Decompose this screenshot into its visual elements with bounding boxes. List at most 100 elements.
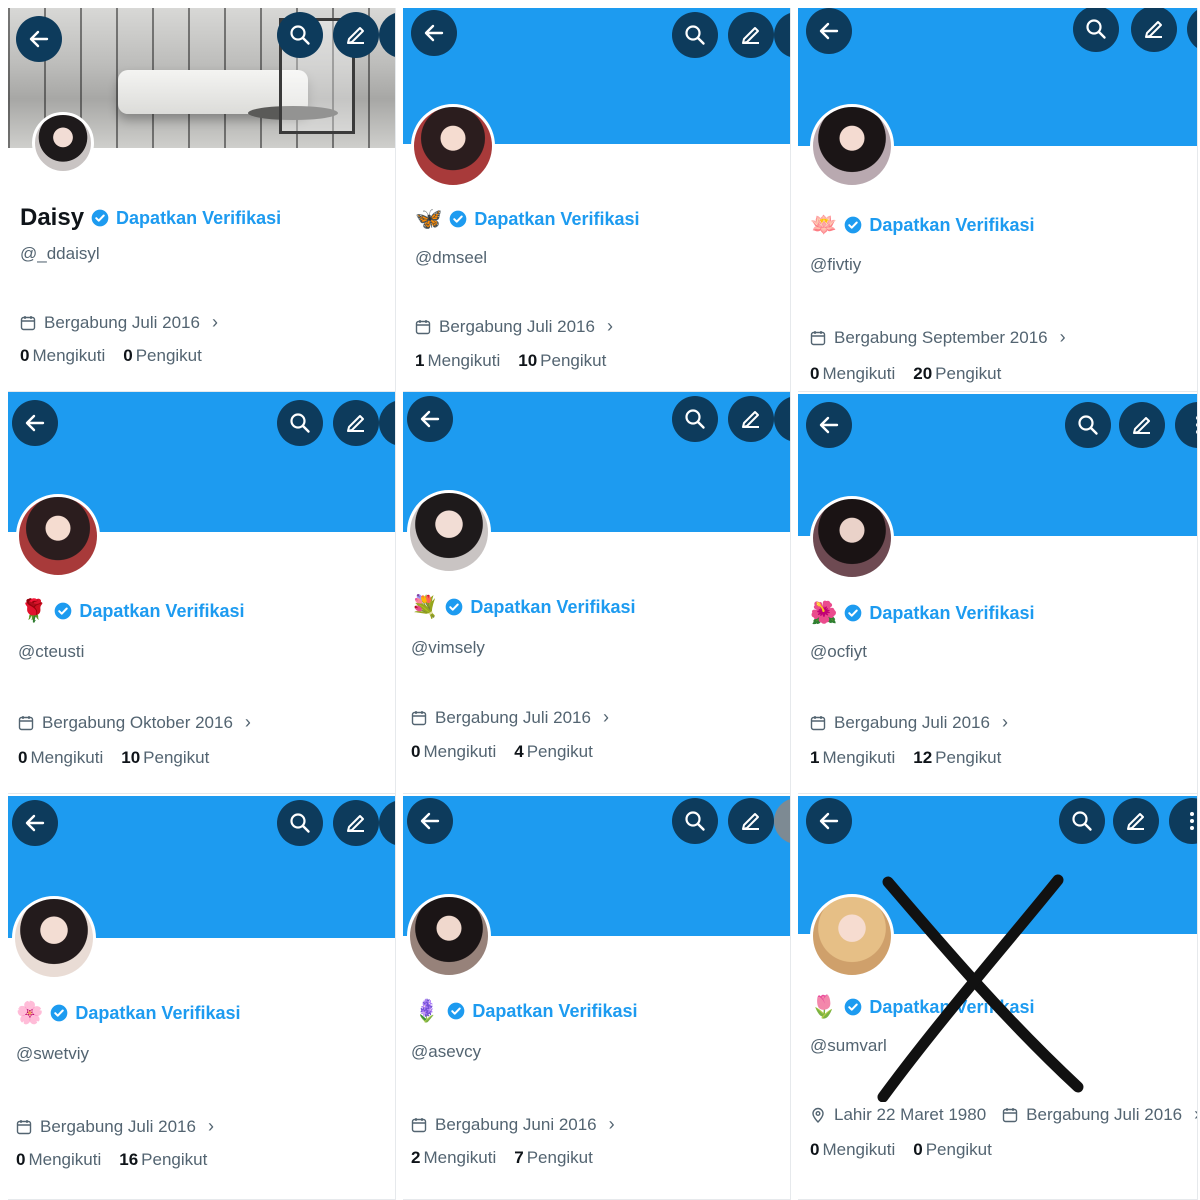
join-date[interactable]: Bergabung Juli 2016 › [20,312,218,333]
profile-panel: 🌹 Dapatkan Verifikasi @cteusti Bergabung… [8,392,396,794]
join-date-text: Bergabung Juli 2016 [439,316,595,336]
edit-button[interactable] [333,12,379,58]
following-count: 0 [18,748,28,767]
search-button[interactable] [277,400,323,446]
more-icon [785,23,791,47]
avatar[interactable] [411,104,495,188]
search-button[interactable] [672,396,718,442]
handle: @vimsely [411,638,485,657]
search-button[interactable] [277,800,323,846]
edit-button[interactable] [1113,798,1159,844]
back-button[interactable] [806,402,852,448]
avatar[interactable] [407,490,491,574]
following-link[interactable]: 1 Mengikuti [810,748,895,768]
following-link[interactable]: 0 Mengikuti [810,364,895,384]
avatar[interactable] [12,896,96,980]
back-button[interactable] [12,800,58,846]
get-verified-link[interactable]: Dapatkan Verifikasi [869,215,1034,236]
back-button[interactable] [16,16,62,62]
following-link[interactable]: 2 Mengikuti [411,1148,496,1168]
name-emoji: 🌷 [810,994,838,1019]
back-button[interactable] [12,400,58,446]
followers-link[interactable]: 7 Pengikut [514,1148,593,1168]
chevron-right-icon[interactable]: › [1194,1104,1197,1125]
following-label: Mengikuti [423,742,497,761]
followers-link[interactable]: 0 Pengikut [123,346,202,366]
edit-button[interactable] [333,400,379,446]
join-date[interactable]: Bergabung Juli 2016 › [415,316,613,337]
avatar[interactable] [16,494,100,578]
followers-count: 10 [518,351,538,370]
name-row: Daisy Dapatkan Verifikasi [20,204,281,232]
name-row: 🪻 Dapatkan Verifikasi [413,1000,638,1022]
search-button[interactable] [672,798,718,844]
back-button[interactable] [411,10,457,56]
search-button[interactable] [277,12,323,58]
search-button[interactable] [1073,8,1119,52]
search-button[interactable] [672,12,718,58]
back-button[interactable] [806,8,852,54]
back-arrow-icon [420,812,440,830]
verified-badge-icon [450,210,467,228]
more-icon [785,809,791,833]
join-date[interactable]: Bergabung Juli 2016 › [16,1116,214,1137]
verified-badge-icon [51,1004,68,1022]
search-icon [1078,415,1098,435]
followers-link[interactable]: 10 Pengikut [121,748,209,768]
edit-icon [347,27,364,44]
edit-button[interactable] [728,798,774,844]
join-date[interactable]: Bergabung Juli 2016 › [810,712,1008,733]
following-link[interactable]: 0 Mengikuti [20,346,105,366]
back-button[interactable] [407,798,453,844]
avatar[interactable] [32,112,94,174]
following-link[interactable]: 0 Mengikuti [18,748,103,768]
search-icon [1072,811,1092,831]
get-verified-link[interactable]: Dapatkan Verifikasi [470,597,635,618]
followers-link[interactable]: 12 Pengikut [913,748,1001,768]
get-verified-link[interactable]: Dapatkan Verifikasi [869,603,1034,624]
verified-badge-icon [55,602,72,620]
edit-button[interactable] [1131,8,1177,52]
edit-button[interactable] [333,800,379,846]
get-verified-link[interactable]: Dapatkan Verifikasi [79,601,244,622]
edit-button[interactable] [1119,402,1165,448]
avatar[interactable] [407,894,491,978]
get-verified-link[interactable]: Dapatkan Verifikasi [116,208,281,229]
chevron-right-icon: › [244,712,251,732]
back-button[interactable] [407,396,453,442]
join-date[interactable]: Bergabung September 2016 › [810,327,1066,348]
join-date[interactable]: Bergabung Oktober 2016 › [18,712,251,733]
avatar[interactable] [810,496,894,580]
join-date[interactable]: Bergabung Juni 2016 › [411,1114,615,1135]
followers-link[interactable]: 0 Pengikut [913,1140,992,1160]
following-link[interactable]: 0 Mengikuti [16,1150,101,1170]
following-label: Mengikuti [427,351,501,370]
following-link[interactable]: 0 Mengikuti [411,742,496,762]
following-link[interactable]: 1 Mengikuti [415,351,500,371]
edit-button[interactable] [728,396,774,442]
following-count: 0 [16,1150,26,1169]
name-emoji: 🪻 [413,998,441,1023]
get-verified-link[interactable]: Dapatkan Verifikasi [474,209,639,230]
avatar[interactable] [810,104,894,188]
followers-link[interactable]: 4 Pengikut [514,742,593,762]
followers-link[interactable]: 10 Pengikut [518,351,606,371]
edit-icon [1133,417,1150,434]
handle: @swetviy [16,1044,89,1063]
back-arrow-icon [819,22,839,40]
followers-link[interactable]: 20 Pengikut [913,364,1001,384]
calendar-icon [20,315,36,330]
calendar-icon [411,710,427,725]
get-verified-link[interactable]: Dapatkan Verifikasi [472,1001,637,1022]
search-button[interactable] [1065,402,1111,448]
following-label: Mengikuti [30,748,104,767]
followers-link[interactable]: 16 Pengikut [119,1150,207,1170]
following-link[interactable]: 0 Mengikuti [810,1140,895,1160]
search-button[interactable] [1059,798,1105,844]
join-date[interactable]: Bergabung Juli 2016 › [411,707,609,728]
profile-meta: Lahir 22 Maret 1980 Bergabung Juli 2016 … [810,1104,1197,1125]
edit-button[interactable] [728,12,774,58]
get-verified-link[interactable]: Dapatkan Verifikasi [75,1003,240,1024]
back-button[interactable] [806,798,852,844]
edit-icon [1145,21,1162,38]
